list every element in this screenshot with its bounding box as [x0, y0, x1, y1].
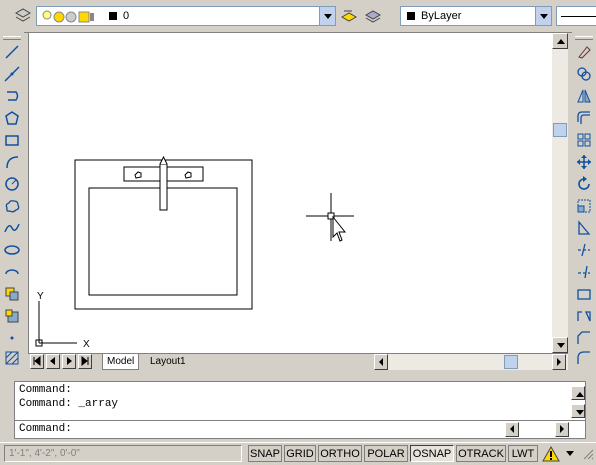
- command-window[interactable]: Command: Command: _array Command:: [14, 381, 586, 439]
- scale-icon[interactable]: [576, 198, 592, 214]
- layers-toolbar: 0 ByLayer: [0, 0, 596, 33]
- construction-line-icon[interactable]: [4, 66, 20, 82]
- tab-model[interactable]: Model: [102, 354, 140, 370]
- layer-name: 0: [123, 10, 130, 22]
- drawing-canvas[interactable]: Y X: [29, 33, 553, 353]
- scroll-up-button[interactable]: [552, 33, 568, 49]
- stretch-icon[interactable]: [576, 220, 592, 236]
- ucs-y-label: Y: [37, 291, 44, 302]
- ucs-icon: Y X: [35, 291, 90, 350]
- color-combo[interactable]: ByLayer: [400, 6, 552, 26]
- cmd-scroll-right-button[interactable]: [555, 422, 569, 437]
- line-icon[interactable]: [4, 44, 20, 60]
- circle-icon[interactable]: [4, 176, 20, 192]
- hatch-icon[interactable]: [4, 350, 20, 366]
- chevron-down-icon[interactable]: [535, 7, 551, 25]
- insert-block-icon[interactable]: [4, 286, 20, 302]
- move-icon[interactable]: [576, 154, 592, 170]
- scroll-down-button[interactable]: [552, 337, 568, 353]
- ucs-x-label: X: [83, 339, 90, 350]
- polyline-icon[interactable]: [4, 88, 20, 104]
- layout-tab-bar: Model Layout1: [28, 354, 568, 370]
- linetype-combo[interactable]: [556, 6, 596, 26]
- last-tab-button[interactable]: [78, 354, 92, 369]
- first-tab-button[interactable]: [30, 354, 44, 369]
- make-object-layer-current-icon[interactable]: [340, 7, 358, 25]
- lwt-button[interactable]: LWT: [508, 445, 538, 462]
- modify-toolbar: [572, 32, 596, 372]
- crosshair-cursor: [306, 193, 354, 242]
- command-prompt[interactable]: Command:: [19, 423, 72, 435]
- horizontal-scrollbar[interactable]: [374, 354, 568, 370]
- layer-previous-icon[interactable]: [364, 7, 382, 25]
- layer-combo[interactable]: 0: [36, 6, 336, 26]
- chamfer-icon[interactable]: [576, 330, 592, 346]
- make-block-icon[interactable]: [4, 308, 20, 324]
- array-icon[interactable]: [576, 132, 592, 148]
- snap-button[interactable]: SNAP: [248, 445, 282, 462]
- next-tab-button[interactable]: [62, 354, 76, 369]
- point-icon[interactable]: [4, 330, 20, 346]
- ellipse-arc-icon[interactable]: [4, 264, 20, 280]
- sink-drawing: [74, 155, 253, 310]
- ellipse-icon[interactable]: [4, 242, 20, 258]
- fillet-icon[interactable]: [576, 350, 592, 366]
- offset-icon[interactable]: [576, 110, 592, 126]
- layer-state-icons: [42, 10, 94, 23]
- mirror-icon[interactable]: [576, 88, 592, 104]
- cmd-scroll-left-button[interactable]: [505, 422, 519, 437]
- cmd-scroll-down-button[interactable]: [571, 404, 585, 418]
- command-history-line: Command: _array: [19, 398, 119, 410]
- color-swatch: [407, 12, 415, 20]
- trim-icon[interactable]: [576, 242, 592, 258]
- copy-icon[interactable]: [576, 66, 592, 82]
- chevron-down-icon[interactable]: [319, 7, 335, 25]
- scroll-thumb[interactable]: [553, 123, 567, 137]
- break-icon[interactable]: [576, 308, 592, 324]
- cmd-scroll-up-button[interactable]: [571, 386, 585, 400]
- draw-toolbar: [0, 32, 24, 372]
- erase-icon[interactable]: [576, 44, 592, 60]
- ortho-button[interactable]: ORTHO: [318, 445, 362, 462]
- extend-icon[interactable]: [576, 264, 592, 280]
- drawing-area[interactable]: Y X: [28, 32, 568, 354]
- hscroll-thumb[interactable]: [504, 355, 518, 369]
- coordinates-readout: 1'-1", 4'-2", 0'-0": [9, 448, 80, 459]
- rectangle-icon[interactable]: [4, 132, 20, 148]
- break-at-point-icon[interactable]: [576, 286, 592, 302]
- osnap-button[interactable]: OSNAP: [410, 445, 454, 462]
- otrack-button[interactable]: OTRACK: [456, 445, 506, 462]
- command-history-line: Command:: [19, 384, 72, 396]
- layer-manager-icon[interactable]: [14, 7, 32, 25]
- status-bar: 1'-1", 4'-2", 0'-0" SNAP GRID ORTHO POLA…: [0, 442, 596, 465]
- vertical-scrollbar[interactable]: [552, 33, 568, 353]
- polar-button[interactable]: POLAR: [364, 445, 408, 462]
- spline-icon[interactable]: [4, 220, 20, 236]
- rotate-icon[interactable]: [576, 176, 592, 192]
- tab-layout1[interactable]: Layout1: [146, 354, 190, 369]
- status-menu-chevron-down-icon[interactable]: [566, 451, 574, 456]
- arc-icon[interactable]: [4, 154, 20, 170]
- polygon-icon[interactable]: [4, 110, 20, 126]
- color-value: ByLayer: [421, 10, 462, 22]
- prev-tab-button[interactable]: [46, 354, 60, 369]
- layer-color-swatch: [109, 12, 117, 20]
- resize-grip-icon[interactable]: [582, 447, 594, 461]
- grid-button[interactable]: GRID: [284, 445, 316, 462]
- scroll-right-button[interactable]: [552, 354, 566, 370]
- revision-cloud-icon[interactable]: [4, 198, 20, 214]
- scroll-left-button[interactable]: [374, 354, 388, 370]
- warning-icon[interactable]: [542, 445, 560, 462]
